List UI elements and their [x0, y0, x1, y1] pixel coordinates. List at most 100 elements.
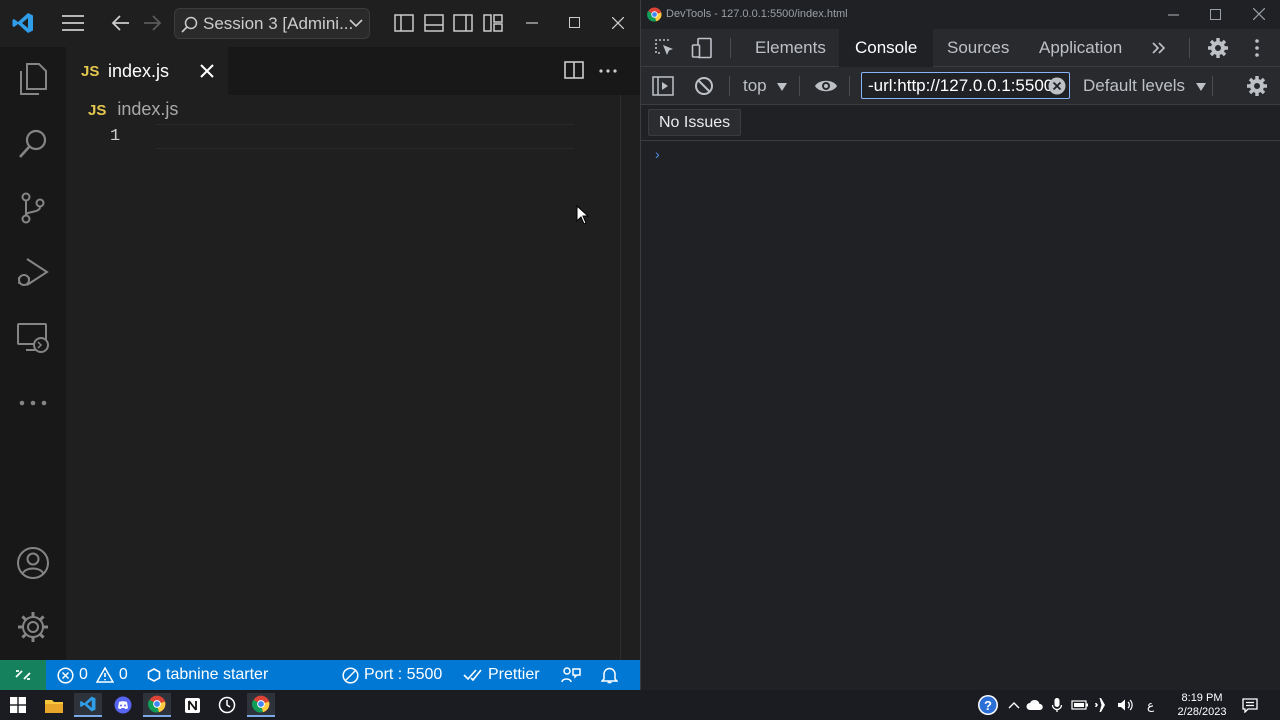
clock-app-icon[interactable] — [213, 693, 241, 717]
tabnine-icon — [147, 668, 161, 682]
system-clock[interactable]: 8:19 PM 2/28/2023 — [1172, 690, 1232, 720]
maximize-icon[interactable] — [569, 17, 580, 28]
vscode-logo-icon — [11, 11, 35, 35]
help-icon[interactable]: ? — [974, 693, 1002, 717]
chrome-taskbar-icon[interactable] — [143, 693, 171, 717]
split-editor-icon[interactable] — [564, 61, 584, 79]
live-expression-eye-icon[interactable] — [814, 78, 838, 94]
windows-start-icon[interactable] — [4, 693, 32, 717]
command-center-label: Session 3 [Admini... — [203, 14, 354, 33]
remote-indicator[interactable] — [0, 660, 46, 690]
tab-index-js[interactable]: JS index.js — [66, 47, 228, 95]
devtools-tab-strip: Elements Console Sources Application — [641, 29, 1280, 67]
tab-elements[interactable]: Elements — [755, 29, 826, 67]
menu-icon[interactable] — [61, 14, 85, 32]
log-levels-label: Default levels — [1083, 76, 1186, 95]
clear-filter-icon[interactable] — [1048, 77, 1066, 95]
port-block-icon — [342, 666, 359, 684]
error-count: 0 — [79, 666, 88, 683]
breadcrumb[interactable]: JS index.js — [88, 99, 178, 121]
breadcrumb-file-label: index.js — [117, 99, 179, 119]
double-check-icon — [463, 668, 483, 682]
show-sidebar-icon[interactable] — [652, 76, 674, 96]
chrome-taskbar-icon-2[interactable] — [247, 693, 275, 717]
back-arrow-icon[interactable] — [111, 14, 131, 32]
devtools-settings-icon[interactable] — [1207, 37, 1229, 59]
problems-indicator[interactable]: 0 0 — [57, 660, 128, 690]
command-center-search[interactable]: Session 3 [Admini... — [174, 8, 370, 39]
editor-scrollbar[interactable] — [620, 95, 621, 660]
feedback-icon[interactable] — [561, 660, 581, 690]
context-dropdown-icon — [777, 82, 788, 91]
log-levels-dropdown[interactable]: Default levels — [1083, 76, 1206, 96]
toggle-panel-icon[interactable] — [424, 14, 444, 32]
live-server-port[interactable]: Port : 5500 — [342, 660, 442, 690]
chevron-down-icon — [349, 16, 363, 30]
issues-bar: No Issues — [641, 105, 1280, 141]
forward-arrow-icon[interactable] — [142, 14, 162, 32]
close-tab-icon[interactable] — [200, 64, 214, 78]
console-prompt[interactable]: › — [655, 146, 660, 162]
activity-bar — [0, 47, 66, 660]
windows-taskbar: ? ع 8:19 PM 2/28/2023 — [0, 690, 1280, 720]
run-debug-icon[interactable] — [13, 253, 53, 293]
clock-date: 2/28/2023 — [1177, 706, 1227, 718]
settings-gear-icon[interactable] — [13, 607, 53, 647]
toolbar-separator-4 — [1212, 76, 1213, 96]
line-number: 1 — [110, 127, 121, 146]
dt-maximize-icon[interactable] — [1210, 9, 1221, 20]
console-settings-icon[interactable] — [1246, 75, 1268, 97]
context-selector[interactable]: top — [743, 76, 788, 96]
status-bar: 0 0 tabnine starter Port : 5500 Prettier — [0, 660, 640, 690]
search-view-icon[interactable] — [13, 124, 53, 164]
more-tabs-chevron-icon[interactable] — [1151, 41, 1167, 55]
clear-console-icon[interactable] — [694, 76, 714, 96]
dt-minimize-icon[interactable] — [1168, 14, 1179, 16]
tabnine-label: tabnine starter — [166, 666, 269, 683]
console-filter-input[interactable]: -url:http://127.0.0.1:5500 — [861, 72, 1070, 99]
devtools-more-menu-icon[interactable] — [1255, 39, 1259, 57]
inspect-element-icon[interactable] — [654, 38, 676, 58]
accounts-icon[interactable] — [13, 543, 53, 583]
customize-layout-icon[interactable] — [483, 14, 503, 32]
tab-label: index.js — [108, 61, 170, 81]
notification-center-icon[interactable] — [1236, 693, 1264, 717]
explorer-icon[interactable] — [13, 59, 53, 99]
device-toolbar-icon[interactable] — [691, 37, 713, 59]
close-window-icon[interactable] — [612, 17, 624, 29]
remote-icon — [14, 667, 32, 683]
current-line-highlight[interactable] — [156, 124, 574, 149]
more-views-icon[interactable] — [13, 383, 53, 423]
more-actions-icon[interactable] — [599, 69, 617, 73]
vscode-taskbar-icon[interactable] — [74, 693, 102, 717]
source-control-icon[interactable] — [13, 188, 53, 228]
prettier-status[interactable]: Prettier — [463, 660, 540, 690]
error-icon — [57, 666, 74, 684]
tab-console[interactable]: Console — [839, 29, 934, 67]
remote-explorer-icon[interactable] — [13, 318, 53, 358]
file-explorer-icon[interactable] — [40, 693, 68, 717]
tab-separator — [730, 38, 731, 58]
toggle-primary-sidebar-icon[interactable] — [394, 14, 414, 32]
minimize-icon[interactable] — [526, 22, 538, 24]
notifications-bell-icon[interactable] — [601, 660, 618, 690]
console-filter-text: -url:http://127.0.0.1:5500 — [868, 76, 1054, 95]
tab-application[interactable]: Application — [1039, 29, 1122, 67]
breadcrumb-js-icon: JS — [88, 102, 107, 119]
clock-time: 8:19 PM — [1181, 692, 1223, 704]
tabnine-status[interactable]: tabnine starter — [147, 660, 268, 690]
volume-icon[interactable] — [1112, 693, 1140, 717]
notion-icon[interactable] — [178, 693, 206, 717]
toggle-secondary-sidebar-icon[interactable] — [453, 14, 473, 32]
tab-sources[interactable]: Sources — [947, 29, 1009, 67]
console-toolbar: top -url:http://127.0.0.1:5500 Default l… — [641, 67, 1280, 105]
no-issues-button[interactable]: No Issues — [648, 109, 742, 136]
search-icon — [181, 16, 198, 33]
discord-icon[interactable] — [109, 693, 137, 717]
toolbar-separator-2 — [799, 76, 800, 96]
dt-close-icon[interactable] — [1253, 8, 1265, 20]
mouse-cursor-icon — [576, 205, 589, 225]
input-language-indicator[interactable]: ع — [1147, 698, 1154, 712]
js-file-icon: JS — [81, 63, 100, 80]
devtools-window-title: DevTools - 127.0.0.1:5500/index.html — [666, 8, 848, 20]
